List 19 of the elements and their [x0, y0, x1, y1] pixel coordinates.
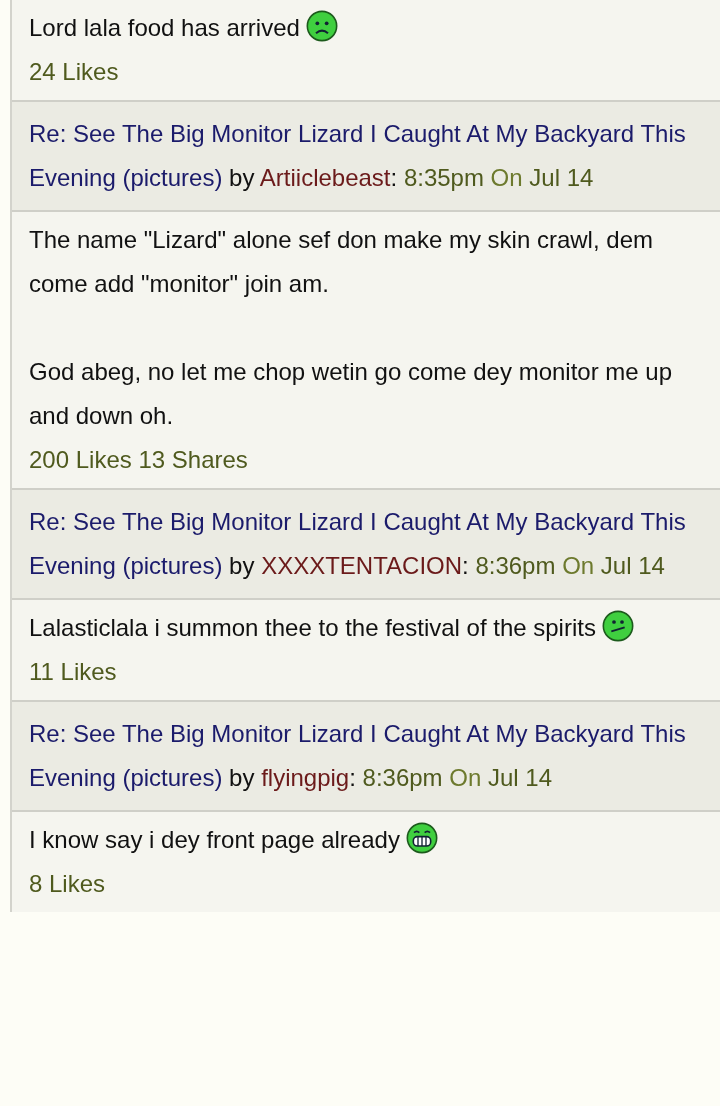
author-link[interactable]: flyingpig — [261, 764, 350, 791]
author-link[interactable]: Artiiclebeast — [259, 164, 391, 191]
likes-count[interactable]: 200 Likes — [29, 446, 132, 473]
author-link[interactable]: XXXXTENTACION — [261, 552, 463, 579]
post-text: Lalasticlala i summon thee to the festival of the spirits — [29, 614, 596, 641]
sad-face-icon — [305, 10, 338, 42]
likes-count[interactable]: 8 Likes — [29, 870, 106, 897]
grin-face-icon — [405, 822, 438, 854]
post-text: The name "Lizard" alone sef don make my skin crawl, dem come add "monitor" join am. — [29, 226, 653, 297]
smirk-face-icon — [601, 610, 634, 642]
post-text: Lord lala food has arrived — [29, 14, 300, 41]
likes-count[interactable]: 24 Likes — [29, 58, 119, 85]
post-header-text: Re: See The Big Monitor Lizard I Caught At My Backyard This Evening (pictures) by Artiiclebeast: 8:35pm On Jul 14 — [29, 119, 687, 193]
post-header-text: Re: See The Big Monitor Lizard I Caught At My Backyard This Evening (pictures) by XXXXTENTACION: 8:36pm On Jul 14 — [29, 507, 687, 581]
likes-count[interactable]: 11 Likes — [29, 658, 117, 685]
post-header-text: Re: See The Big Monitor Lizard I Caught At My Backyard This Evening (pictures) by flyingpig: 8:36pm On Jul 14 — [29, 719, 687, 793]
post-text: God abeg, no let me chop wetin go come dey monitor me up and down oh. — [29, 358, 673, 429]
shares-count[interactable]: 13 Shares — [138, 446, 248, 473]
post-text: I know say i dey front page already — [29, 826, 400, 853]
